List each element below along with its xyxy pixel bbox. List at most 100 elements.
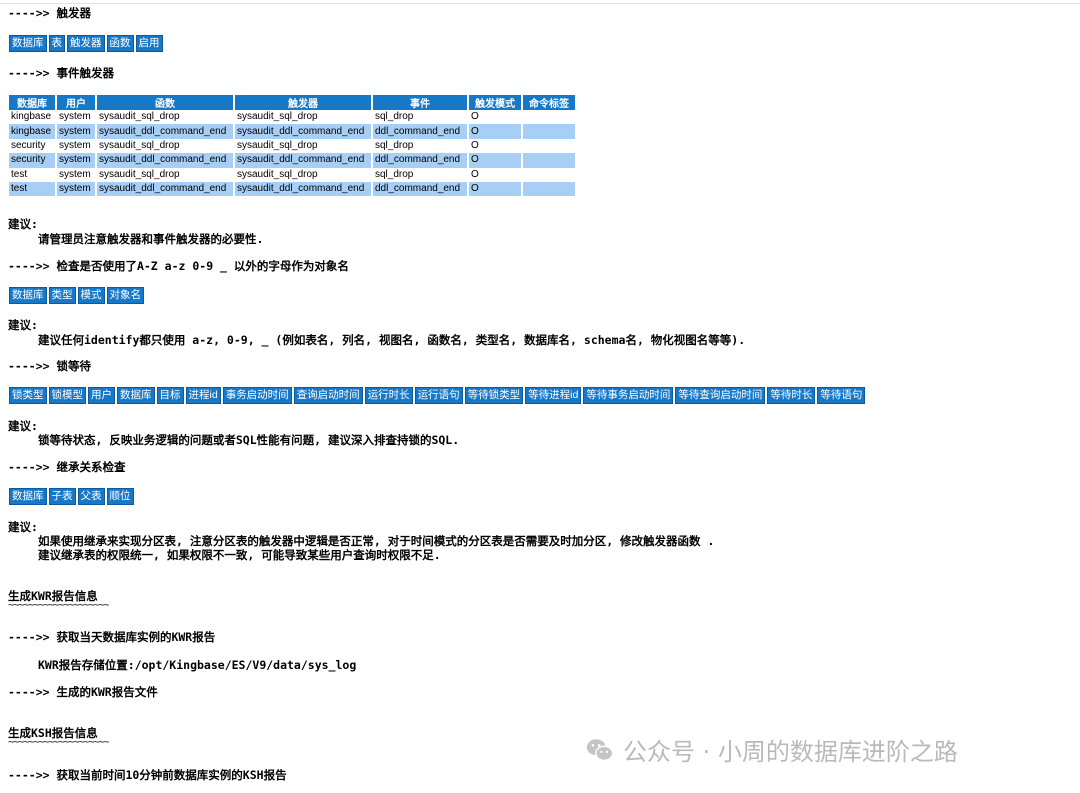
- event-trigger-table: 数据库 用户 函数 触发器 事件 触发模式 命令标签 kingbase system sysau…: [9, 95, 577, 197]
- table-cell: [522, 181, 577, 197]
- table-cell: sysaudit_ddl_command_end: [234, 181, 373, 197]
- inherit-header-3: 顺位: [106, 488, 134, 505]
- name-check-header-0: 数据库: [9, 287, 47, 304]
- advice-text-4b: 建议继承表的权限统一, 如果权限不一致, 可能导致某些用户查询时权限不足.: [38, 548, 441, 562]
- table-cell: sysaudit_sql_drop: [234, 110, 373, 125]
- table-cell: [522, 138, 577, 154]
- table-row: test system sysaudit_sql_drop sysaudit_sql_…: [9, 167, 577, 182]
- table-cell: kingbase: [9, 124, 57, 139]
- table-cell: O: [468, 181, 523, 197]
- table-cell: sql_drop: [372, 167, 469, 182]
- lock-wait-header-15: 等待语句: [817, 387, 866, 404]
- section-name-check: ---->> 检查是否使用了A-Z a-z 0-9 _ 以外的字母作为对象名: [8, 259, 349, 273]
- table-cell: system: [56, 181, 97, 197]
- table-cell: system: [56, 110, 97, 125]
- name-check-header-3: 对象名: [106, 287, 144, 304]
- event-header-2: 函数: [96, 95, 235, 110]
- advice-label-2: 建议:: [8, 318, 38, 332]
- lock-wait-header-2: 用户: [88, 387, 115, 404]
- table-cell: O: [468, 167, 523, 182]
- table-cell: sysaudit_ddl_command_end: [234, 153, 373, 168]
- name-check-header-row: 数据库 类型 模式 对象名: [9, 287, 144, 304]
- wechat-icon: [586, 738, 614, 761]
- lock-wait-header-8: 运行时长: [364, 387, 413, 404]
- section-kwr-today: ---->> 获取当天数据库实例的KWR报告: [8, 630, 216, 644]
- trigger-header-1: 表: [48, 35, 65, 52]
- advice-text-3: 锁等待状态, 反映业务逻辑的问题或者SQL性能有问题, 建议深入排查持锁的SQL…: [38, 433, 460, 447]
- table-cell: test: [9, 167, 57, 182]
- event-header-1: 用户: [56, 95, 97, 110]
- advice-text-4a: 如果使用继承来实现分区表, 注意分区表的触发器中逻辑是否正常, 对于时间模式的分…: [38, 534, 715, 548]
- table-row: test system sysaudit_ddl_command_end sysaud…: [9, 181, 577, 197]
- table-cell: sql_drop: [372, 138, 469, 154]
- trigger-header-3: 函数: [106, 35, 134, 52]
- table-cell: sysaudit_ddl_command_end: [96, 153, 235, 168]
- lock-wait-header-6: 事务启动时间: [222, 387, 292, 404]
- table-cell: sysaudit_sql_drop: [96, 167, 235, 182]
- table-cell: sysaudit_ddl_command_end: [96, 181, 235, 197]
- table-cell: test: [9, 181, 57, 197]
- advice-label-1: 建议:: [8, 217, 38, 231]
- ksh-title-underline: ~~~~~~~~~~~~~~~~~~~~: [8, 737, 109, 748]
- advice-text-1: 请管理员注意触发器和事件触发器的必要性.: [38, 232, 264, 246]
- table-cell: ddl_command_end: [372, 124, 469, 139]
- advice-text-2: 建议任何identify都只使用 a-z, 0-9, _ (例如表名, 列名, …: [38, 333, 746, 347]
- table-cell: sysaudit_sql_drop: [234, 167, 373, 182]
- lock-wait-header-5: 进程id: [185, 387, 221, 404]
- lock-wait-header-12: 等待事务启动时间: [583, 387, 674, 404]
- name-check-header-2: 模式: [77, 287, 105, 304]
- inherit-header-row: 数据库 子表 父表 顺位: [9, 488, 134, 505]
- trigger-header-4: 启用: [135, 35, 163, 52]
- table-cell: system: [56, 153, 97, 168]
- section-inherit: ---->> 继承关系检查: [8, 460, 126, 474]
- advice-label-3: 建议:: [8, 419, 38, 433]
- table-row: security system sysaudit_ddl_command_end sy…: [9, 153, 577, 168]
- table-row: kingbase system sysaudit_sql_drop sysaudit_…: [9, 110, 577, 125]
- inherit-header-0: 数据库: [9, 488, 47, 505]
- lock-wait-header-14: 等待时长: [767, 387, 816, 404]
- lock-wait-header-9: 运行语句: [414, 387, 463, 404]
- section-event-trigger: ---->> 事件触发器: [8, 66, 114, 80]
- section-ksh: ---->> 获取当前时间10分钟前数据库实例的KSH报告: [8, 768, 287, 782]
- lock-wait-header-11: 等待进程id: [525, 387, 582, 404]
- lock-wait-header-row: 锁类型 锁模型 用户 数据库 目标 进程id 事务启动时间 查询启动时间 运行时长 运行语句 等待锁…: [9, 387, 866, 404]
- table-cell: O: [468, 153, 523, 168]
- kwr-location: KWR报告存储位置:/opt/Kingbase/ES/V9/data/sys_l…: [38, 658, 357, 672]
- name-check-header-1: 类型: [48, 287, 76, 304]
- table-cell: system: [56, 124, 97, 139]
- table-cell: sql_drop: [372, 110, 469, 125]
- lock-wait-header-3: 数据库: [117, 387, 155, 404]
- trigger-header-0: 数据库: [9, 35, 47, 52]
- table-cell: system: [56, 167, 97, 182]
- section-lock-wait: ---->> 锁等待: [8, 359, 91, 373]
- lock-wait-header-4: 目标: [156, 387, 184, 404]
- table-cell: O: [468, 110, 523, 125]
- event-header-3: 触发器: [234, 95, 373, 110]
- lock-wait-header-10: 等待锁类型: [464, 387, 524, 404]
- inherit-header-1: 子表: [48, 488, 76, 505]
- watermark: 公众号 · 小周的数据库进阶之路: [585, 732, 958, 767]
- table-cell: sysaudit_sql_drop: [96, 138, 235, 154]
- table-cell: [522, 153, 577, 168]
- table-cell: security: [9, 138, 57, 154]
- section-trigger: ---->> 触发器: [8, 6, 91, 20]
- table-cell: sysaudit_sql_drop: [234, 138, 373, 154]
- table-row: security system sysaudit_sql_drop sysaudit_…: [9, 138, 577, 154]
- inherit-header-2: 父表: [77, 488, 105, 505]
- lock-wait-header-1: 锁模型: [48, 387, 86, 404]
- table-cell: [522, 124, 577, 139]
- lock-wait-header-7: 查询启动时间: [293, 387, 363, 404]
- table-cell: security: [9, 153, 57, 168]
- lock-wait-header-13: 等待查询启动时间: [675, 387, 766, 404]
- event-header-5: 触发模式: [468, 95, 523, 110]
- watermark-text: 公众号 · 小周的数据库进阶之路: [623, 738, 958, 766]
- section-kwr-file: ---->> 生成的KWR报告文件: [8, 685, 158, 699]
- table-cell: sysaudit_ddl_command_end: [96, 124, 235, 139]
- event-header-0: 数据库: [9, 95, 57, 110]
- top-divider: [0, 3, 1080, 4]
- table-cell: O: [468, 138, 523, 154]
- table-cell: sysaudit_sql_drop: [96, 110, 235, 125]
- table-cell: sysaudit_ddl_command_end: [234, 124, 373, 139]
- table-cell: kingbase: [9, 110, 57, 125]
- trigger-header-2: 触发器: [67, 35, 105, 52]
